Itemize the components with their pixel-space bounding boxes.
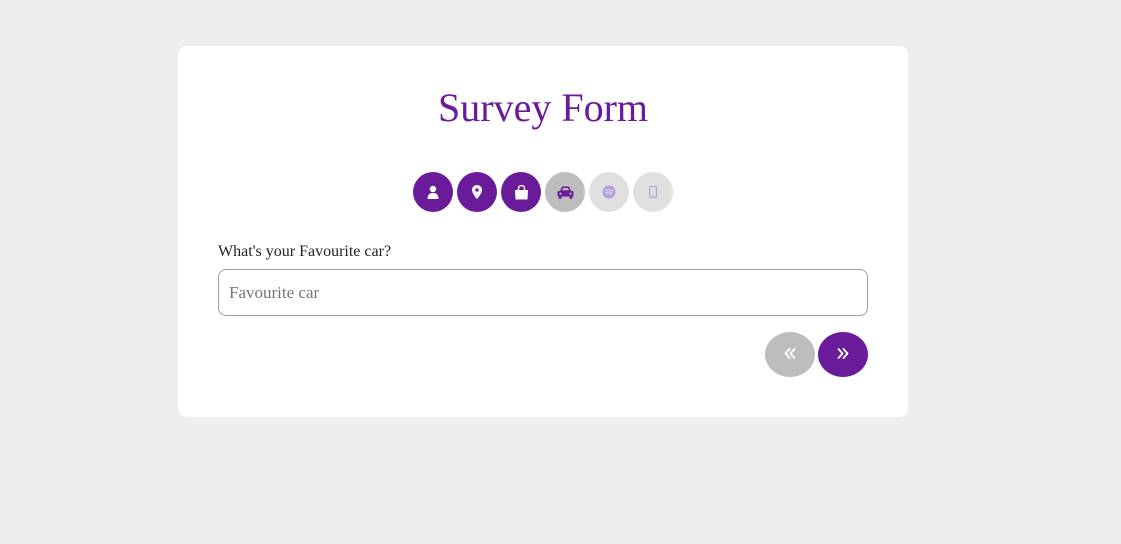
step-location[interactable] — [457, 172, 497, 212]
user-icon — [427, 185, 439, 199]
step-shopping[interactable] — [501, 172, 541, 212]
shopping-bag-icon — [514, 184, 529, 200]
survey-card: Survey Form What's your Favourite car? F… — [178, 46, 908, 417]
double-chevron-right-icon — [837, 347, 849, 362]
next-button[interactable] — [818, 332, 868, 377]
car-icon — [557, 186, 574, 199]
progress-steps — [413, 172, 673, 212]
step-car[interactable] — [545, 172, 585, 212]
previous-button[interactable] — [765, 332, 815, 377]
step-music[interactable] — [589, 172, 629, 212]
spotify-icon — [602, 185, 616, 199]
step-personal[interactable] — [413, 172, 453, 212]
favourite-car-input[interactable] — [218, 269, 868, 316]
map-marker-icon — [472, 185, 482, 199]
question-label: What's your Favourite car? — [218, 243, 392, 260]
double-chevron-left-icon — [784, 347, 796, 362]
mobile-phone-icon — [649, 186, 657, 198]
page-title: Survey Form — [438, 85, 648, 130]
step-phone[interactable] — [633, 172, 673, 212]
